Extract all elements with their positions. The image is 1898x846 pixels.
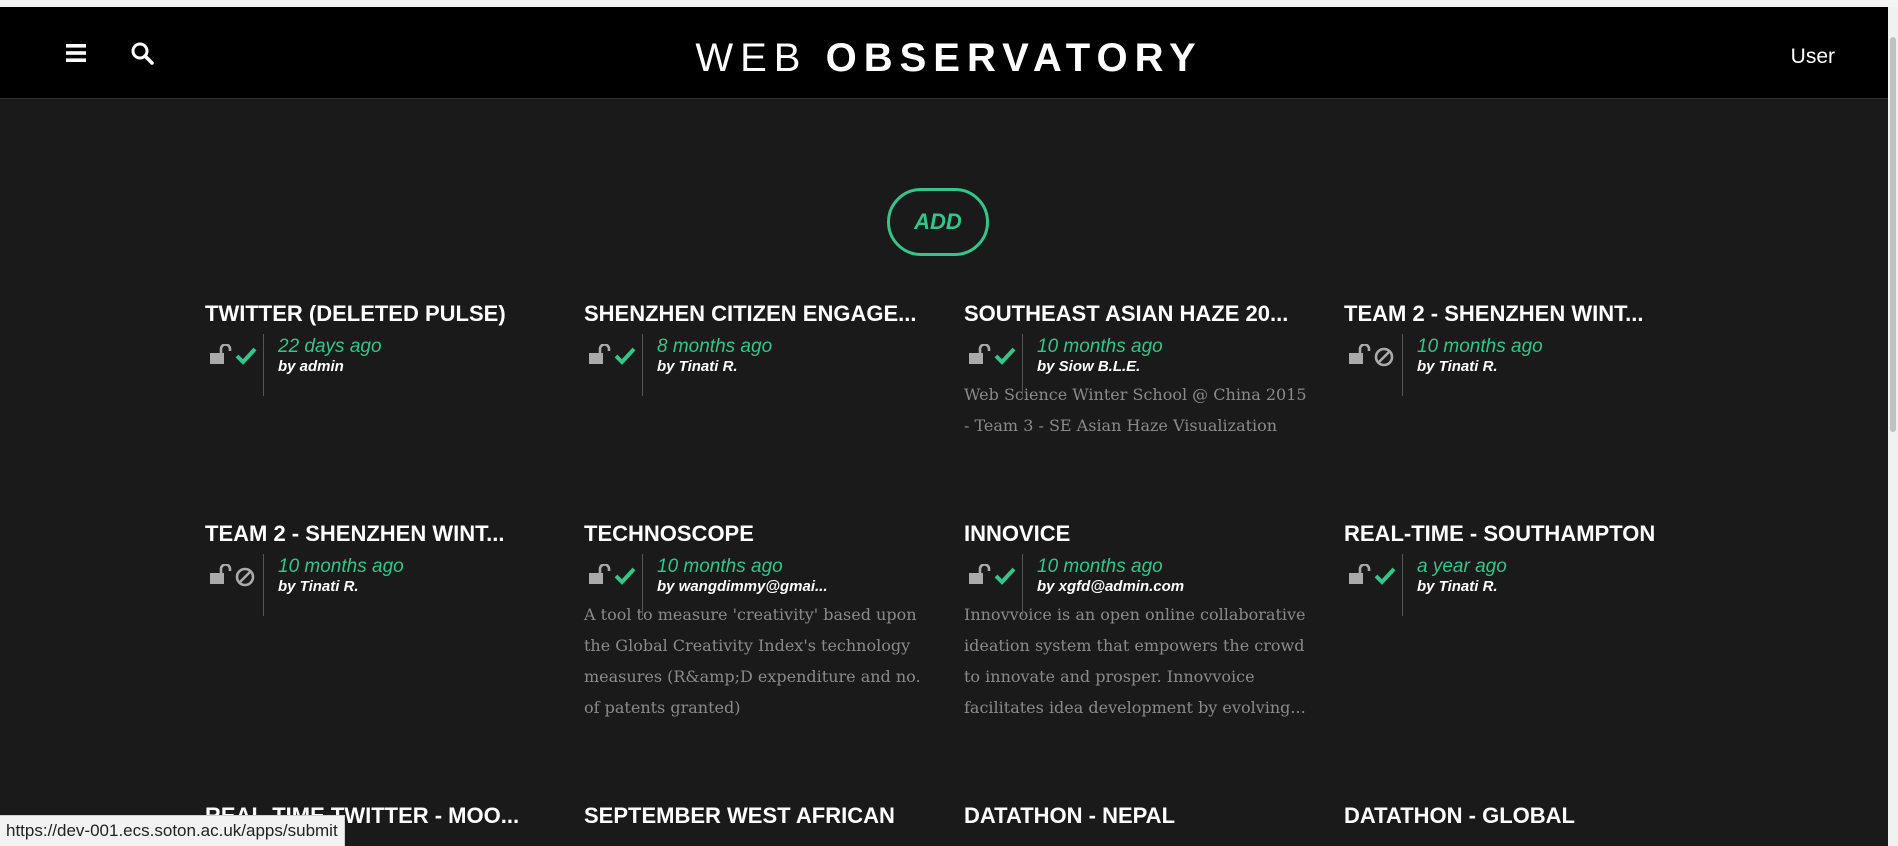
card-title[interactable]: TEAM 2 - SHENZHEN WINT... — [205, 522, 555, 546]
card-status-icons — [584, 554, 643, 616]
app-card[interactable]: TEAM 2 - SHENZHEN WINT... 10 months ago by… — [205, 522, 555, 616]
unlocked-icon — [968, 563, 992, 591]
site-title[interactable]: WEB OBSERVATORY — [0, 35, 1898, 81]
card-status-icons — [1344, 554, 1403, 616]
card-title[interactable]: DATATHON - GLOBAL — [1344, 804, 1694, 828]
card-status-icons — [964, 334, 1023, 396]
app-card[interactable]: SHENZHEN CITIZEN ENGAGE... 8 months ago by… — [584, 302, 934, 396]
card-author: by Tinati R. — [1417, 358, 1498, 375]
card-date: 10 months ago — [1417, 336, 1543, 357]
card-author: by Tinati R. — [657, 358, 738, 375]
user-menu-link[interactable]: User — [1791, 45, 1835, 69]
card-author: by Tinati R. — [1417, 578, 1498, 595]
check-icon — [994, 567, 1016, 590]
scrollbar-thumb[interactable] — [1890, 37, 1896, 432]
blocked-icon — [235, 567, 255, 592]
card-meta: 8 months ago by Tinati R. — [584, 334, 934, 396]
card-title[interactable]: INNOVICE — [964, 522, 1314, 546]
card-date: 10 months ago — [278, 556, 404, 577]
unlocked-icon — [209, 563, 233, 591]
check-icon — [614, 347, 636, 370]
check-icon — [235, 347, 257, 370]
card-title[interactable]: TWITTER (DELETED PULSE) — [205, 302, 555, 326]
unlocked-icon — [209, 343, 233, 371]
card-title[interactable]: REAL-TIME - SOUTHAMPTON — [1344, 522, 1694, 546]
unlocked-icon — [588, 343, 612, 371]
card-author: by xgfd@admin.com — [1037, 578, 1185, 595]
card-date: a year ago — [1417, 556, 1507, 577]
card-status-icons — [205, 334, 264, 396]
card-author: by Siow B.L.E. — [1037, 358, 1141, 375]
card-status-icons — [964, 554, 1023, 616]
site-title-bold: OBSERVATORY — [825, 36, 1203, 80]
card-title[interactable]: SOUTHEAST ASIAN HAZE 20... — [964, 302, 1314, 326]
card-meta: 10 months ago by Tinati R. — [1344, 334, 1694, 396]
card-date: 10 months ago — [657, 556, 783, 577]
card-meta: a year ago by Tinati R. — [1344, 554, 1694, 616]
status-bar-url: https://dev-001.ecs.soton.ac.uk/apps/sub… — [0, 815, 345, 846]
card-status-icons — [584, 334, 643, 396]
app-card[interactable]: TEAM 2 - SHENZHEN WINT... 10 months ago by… — [1344, 302, 1694, 396]
app-card[interactable]: SOUTHEAST ASIAN HAZE 20... 10 months ago b… — [964, 302, 1314, 441]
card-author: by admin — [278, 358, 344, 375]
unlocked-icon — [968, 343, 992, 371]
app-card[interactable]: INNOVICE 10 months ago by xgfd@admin.com In… — [964, 522, 1314, 723]
card-author: by Tinati R. — [278, 578, 359, 595]
unlocked-icon — [1348, 563, 1372, 591]
app-card[interactable]: REAL-TIME - SOUTHAMPTON a year ago by Tina… — [1344, 522, 1694, 616]
card-status-icons — [1344, 334, 1403, 396]
app-card[interactable]: SEPTEMBER WEST AFRICAN — [584, 804, 934, 828]
card-date: 8 months ago — [657, 336, 773, 357]
add-button[interactable]: ADD — [887, 188, 989, 256]
check-icon — [614, 567, 636, 590]
card-status-icons — [205, 554, 264, 616]
check-icon — [1374, 567, 1396, 590]
check-icon — [994, 347, 1016, 370]
unlocked-icon — [588, 563, 612, 591]
card-date: 10 months ago — [1037, 556, 1163, 577]
card-title[interactable]: SEPTEMBER WEST AFRICAN — [584, 804, 934, 828]
app-card[interactable]: DATATHON - NEPAL — [964, 804, 1314, 828]
card-description: Innovvoice is an open online collaborati… — [964, 605, 1306, 717]
app-card[interactable]: TWITTER (DELETED PULSE) 22 days ago by adm… — [205, 302, 555, 396]
unlocked-icon — [1348, 343, 1372, 371]
card-date: 22 days ago — [278, 336, 382, 357]
app-card[interactable]: DATATHON - GLOBAL — [1344, 804, 1694, 828]
card-author: by wangdimmy@gmai... — [657, 578, 828, 595]
card-description: A tool to measure 'creativity' based upo… — [584, 605, 921, 717]
header-bar: WEB OBSERVATORY User — [0, 7, 1898, 99]
card-title[interactable]: TECHNOSCOPE — [584, 522, 934, 546]
vertical-scrollbar[interactable] — [1888, 7, 1898, 846]
card-title[interactable]: SHENZHEN CITIZEN ENGAGE... — [584, 302, 934, 326]
window-top-strip — [0, 0, 1898, 7]
site-title-light: WEB — [695, 36, 808, 80]
card-title[interactable]: DATATHON - NEPAL — [964, 804, 1314, 828]
card-title[interactable]: TEAM 2 - SHENZHEN WINT... — [1344, 302, 1694, 326]
card-meta: 22 days ago by admin — [205, 334, 555, 396]
card-date: 10 months ago — [1037, 336, 1163, 357]
card-meta: 10 months ago by Tinati R. — [205, 554, 555, 616]
blocked-icon — [1374, 347, 1394, 372]
app-card[interactable]: TECHNOSCOPE 10 months ago by wangdimmy@gma… — [584, 522, 934, 723]
